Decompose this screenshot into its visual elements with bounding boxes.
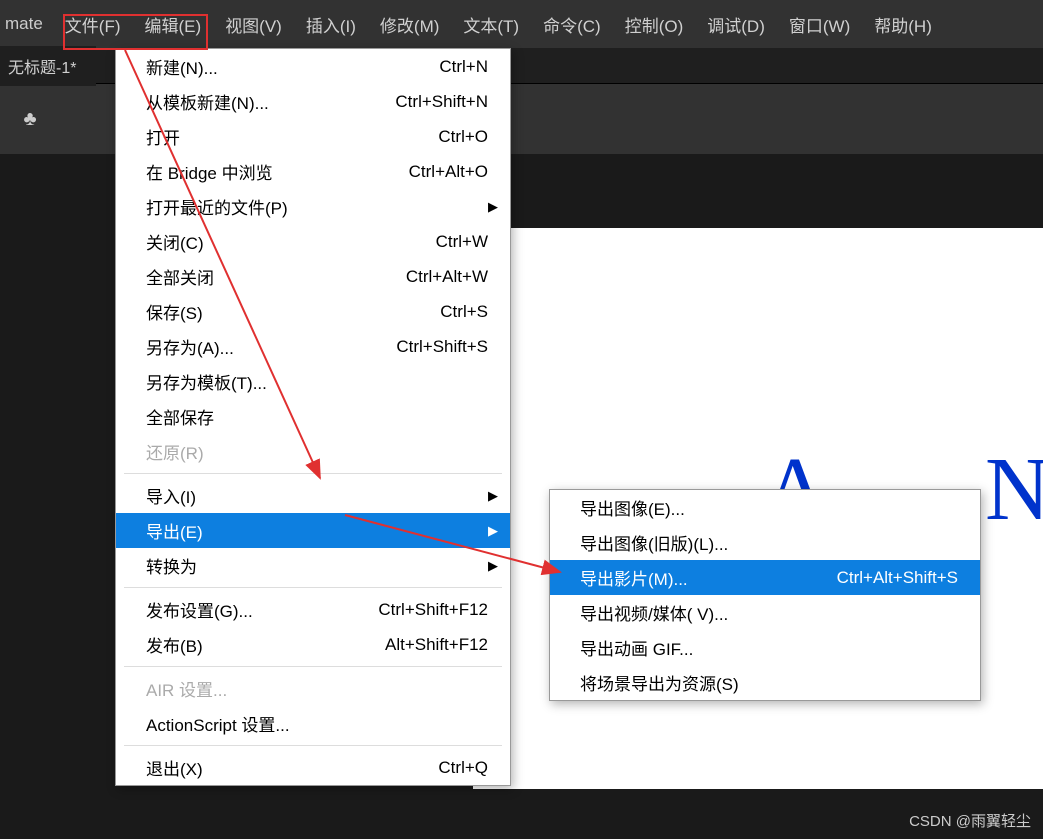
menu-save-as[interactable]: 另存为(A)... Ctrl+Shift+S [116,329,510,364]
menu-item-label: 关闭(C) [146,229,416,254]
menu-item-label: 导出视频/媒体( V)... [580,600,958,625]
menu-debug[interactable]: 调试(D) [695,0,777,49]
menu-close-all[interactable]: 全部关闭 Ctrl+Alt+W [116,259,510,294]
export-submenu-dropdown: 导出图像(E)... 导出图像(旧版)(L)... 导出影片(M)... Ctr… [549,489,981,701]
menu-item-label: 发布(B) [146,632,365,657]
menu-save-all[interactable]: 全部保存 [116,399,510,434]
menu-item-shortcut: Ctrl+N [419,57,488,77]
app-name-fragment: mate [0,14,53,34]
submenu-export-scene-assets[interactable]: 将场景导出为资源(S) [550,665,980,700]
menu-item-label: 从模板新建(N)... [146,89,375,114]
menu-separator [124,745,502,746]
menu-revert: 还原(R) [116,434,510,469]
menu-item-label: 导出(E) [146,518,488,543]
menu-open-recent[interactable]: 打开最近的文件(P) ▶ [116,189,510,224]
menu-separator [124,666,502,667]
chevron-right-icon: ▶ [488,558,498,574]
menu-new-from-template[interactable]: 从模板新建(N)... Ctrl+Shift+N [116,84,510,119]
chevron-right-icon: ▶ [488,488,498,504]
menu-item-shortcut: Ctrl+O [418,127,488,147]
submenu-export-video[interactable]: 导出视频/媒体( V)... [550,595,980,630]
menu-open[interactable]: 打开 Ctrl+O [116,119,510,154]
menu-item-shortcut: Ctrl+S [420,302,488,322]
menu-item-label: 退出(X) [146,755,418,780]
menu-browse-in-bridge[interactable]: 在 Bridge 中浏览 Ctrl+Alt+O [116,154,510,189]
menu-convert-to[interactable]: 转换为 ▶ [116,548,510,583]
menu-item-label: 发布设置(G)... [146,597,358,622]
menu-item-shortcut: Ctrl+Q [418,758,488,778]
menu-item-shortcut: Ctrl+Alt+O [389,162,488,182]
menu-item-label: 导出图像(E)... [580,495,958,520]
file-menu-dropdown: 新建(N)... Ctrl+N 从模板新建(N)... Ctrl+Shift+N… [115,48,511,786]
menu-item-label: 转换为 [146,553,488,578]
menu-item-label: 导出图像(旧版)(L)... [580,530,958,555]
menu-item-label: 打开最近的文件(P) [146,194,488,219]
menu-item-label: ActionScript 设置... [146,711,488,736]
menu-item-shortcut: Ctrl+Shift+N [375,92,488,112]
menu-view[interactable]: 视图(V) [213,0,294,49]
submenu-export-image-legacy[interactable]: 导出图像(旧版)(L)... [550,525,980,560]
menu-item-label: 导出动画 GIF... [580,635,958,660]
canvas-text-n: N [985,438,1043,541]
submenu-export-image[interactable]: 导出图像(E)... [550,490,980,525]
menu-new[interactable]: 新建(N)... Ctrl+N [116,49,510,84]
menu-save[interactable]: 保存(S) Ctrl+S [116,294,510,329]
chevron-right-icon: ▶ [488,199,498,215]
submenu-export-gif[interactable]: 导出动画 GIF... [550,630,980,665]
menu-file[interactable]: 文件(F) [53,0,133,49]
menu-item-label: 导出影片(M)... [580,565,817,590]
clubs-icon[interactable]: ♣ [10,99,50,139]
menu-item-label: AIR 设置... [146,676,488,701]
chevron-right-icon: ▶ [488,523,498,539]
menu-item-shortcut: Ctrl+Alt+Shift+S [817,568,958,588]
submenu-export-movie[interactable]: 导出影片(M)... Ctrl+Alt+Shift+S [550,560,980,595]
menu-help[interactable]: 帮助(H) [862,0,944,49]
menu-import[interactable]: 导入(I) ▶ [116,478,510,513]
menu-close[interactable]: 关闭(C) Ctrl+W [116,224,510,259]
menu-item-label: 另存为(A)... [146,334,376,359]
menu-item-shortcut: Ctrl+Alt+W [386,267,488,287]
menu-item-shortcut: Alt+Shift+F12 [365,635,488,655]
menu-separator [124,587,502,588]
menu-exit[interactable]: 退出(X) Ctrl+Q [116,750,510,785]
menu-actionscript-settings[interactable]: ActionScript 设置... [116,706,510,741]
menu-bar: mate 文件(F) 编辑(E) 视图(V) 插入(I) 修改(M) 文本(T)… [0,0,1043,48]
menu-item-label: 将场景导出为资源(S) [580,670,958,695]
menu-item-label: 保存(S) [146,299,420,324]
menu-item-label: 新建(N)... [146,54,419,79]
menu-item-label: 还原(R) [146,439,488,464]
menu-window[interactable]: 窗口(W) [777,0,862,49]
menu-item-label: 打开 [146,124,418,149]
menu-publish-settings[interactable]: 发布设置(G)... Ctrl+Shift+F12 [116,592,510,627]
menu-item-label: 在 Bridge 中浏览 [146,159,389,184]
menu-publish[interactable]: 发布(B) Alt+Shift+F12 [116,627,510,662]
watermark-text: CSDN @雨翼轻尘 [909,810,1031,831]
menu-control[interactable]: 控制(O) [613,0,696,49]
menu-item-label: 全部保存 [146,404,488,429]
menu-item-shortcut: Ctrl+Shift+S [376,337,488,357]
menu-command[interactable]: 命令(C) [531,0,613,49]
document-tab[interactable]: 无标题-1* [0,46,96,86]
menu-item-shortcut: Ctrl+Shift+F12 [358,600,488,620]
menu-air-settings: AIR 设置... [116,671,510,706]
menu-export[interactable]: 导出(E) ▶ [116,513,510,548]
menu-item-label: 全部关闭 [146,264,386,289]
menu-item-label: 另存为模板(T)... [146,369,488,394]
menu-save-as-template[interactable]: 另存为模板(T)... [116,364,510,399]
menu-text[interactable]: 文本(T) [451,0,531,49]
menu-item-shortcut: Ctrl+W [416,232,488,252]
menu-item-label: 导入(I) [146,483,488,508]
menu-modify[interactable]: 修改(M) [368,0,451,49]
menu-separator [124,473,502,474]
menu-insert[interactable]: 插入(I) [294,0,368,49]
menu-edit[interactable]: 编辑(E) [133,0,214,49]
